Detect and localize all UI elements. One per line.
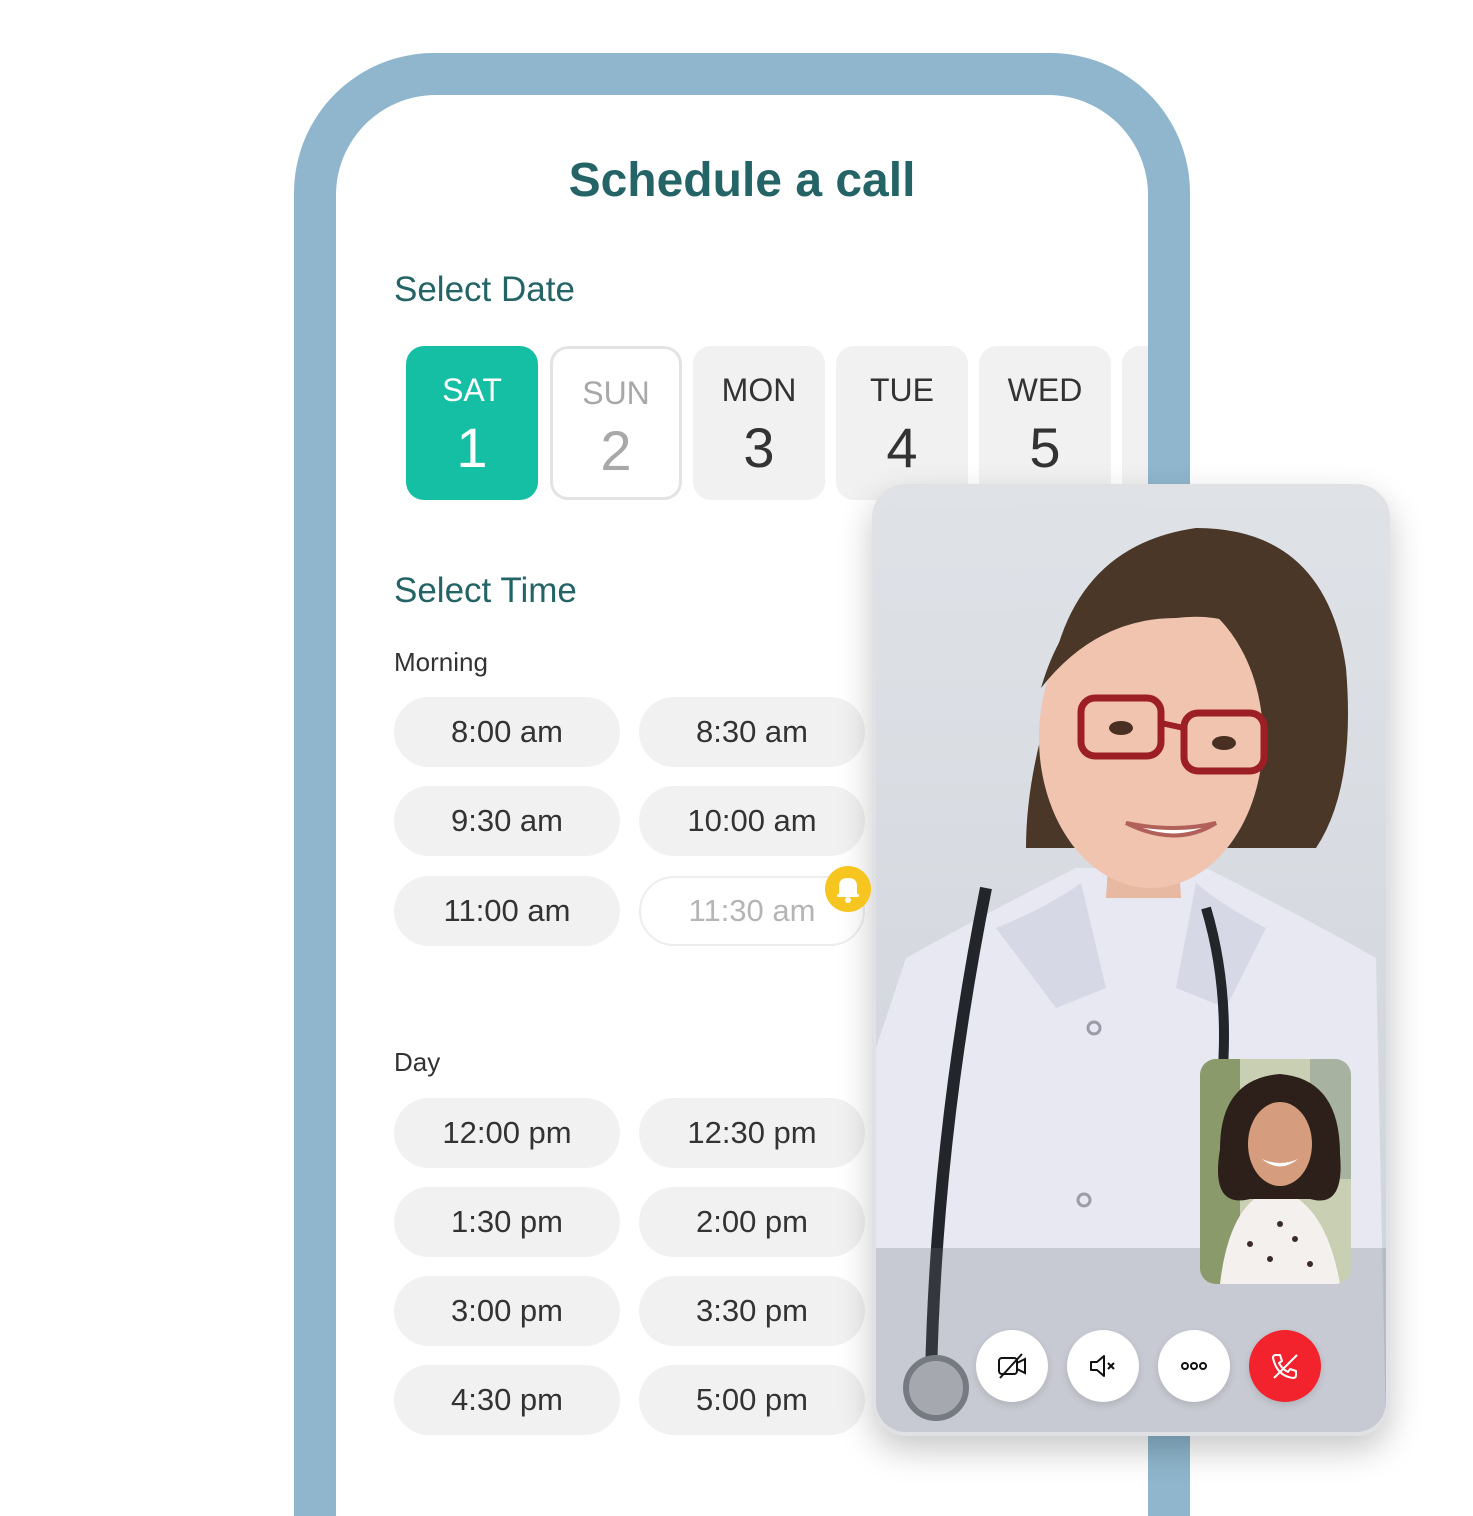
day-label: Day xyxy=(394,1047,441,1077)
date-number: 1 xyxy=(456,416,488,479)
time-slot[interactable]: 11:00 am xyxy=(394,876,620,946)
time-slot[interactable]: 3:30 pm xyxy=(639,1276,865,1346)
time-slot[interactable]: 12:00 pm xyxy=(394,1098,620,1168)
date-day-label: TUE xyxy=(870,372,934,408)
date-card-wed[interactable]: WED 5 xyxy=(979,346,1111,500)
self-video-preview[interactable] xyxy=(1200,1059,1351,1284)
more-icon xyxy=(1181,1362,1207,1370)
time-slot[interactable]: 5:00 pm xyxy=(639,1365,865,1435)
time-slot[interactable]: 10:00 am xyxy=(639,786,865,856)
stage: Schedule a call Select Date SAT 1 SUN 2 … xyxy=(0,0,1473,1516)
date-day-label: MON xyxy=(721,372,797,408)
camera-off-icon xyxy=(998,1353,1026,1379)
time-slot[interactable]: 8:00 am xyxy=(394,697,620,767)
camera-off-button[interactable] xyxy=(976,1330,1048,1402)
more-options-button[interactable] xyxy=(1158,1330,1230,1402)
date-number: 3 xyxy=(743,416,775,479)
date-day-label: WED xyxy=(1007,372,1083,408)
time-slot[interactable]: 4:30 pm xyxy=(394,1365,620,1435)
notification-bell[interactable] xyxy=(825,866,871,912)
bell-icon xyxy=(837,878,859,903)
morning-label: Morning xyxy=(394,647,488,677)
patient-video-feed xyxy=(1200,1059,1351,1284)
time-slot[interactable]: 12:30 pm xyxy=(639,1098,865,1168)
date-card-sun[interactable]: SUN 2 xyxy=(550,346,682,500)
doctor-video-feed xyxy=(876,488,1386,1432)
end-call-button[interactable] xyxy=(1249,1330,1321,1402)
date-number: 4 xyxy=(886,416,918,479)
date-card-next[interactable] xyxy=(1122,346,1148,500)
select-date-heading: Select Date xyxy=(394,270,575,309)
time-slot[interactable]: 8:30 am xyxy=(639,697,865,767)
date-day-label: SAT xyxy=(442,372,502,408)
select-time-heading: Select Time xyxy=(394,571,577,610)
time-slot[interactable]: 3:00 pm xyxy=(394,1276,620,1346)
mute-button[interactable] xyxy=(1067,1330,1139,1402)
date-card-sat[interactable]: SAT 1 xyxy=(406,346,538,500)
date-number: 2 xyxy=(600,419,632,482)
time-slot[interactable]: 1:30 pm xyxy=(394,1187,620,1257)
time-slot[interactable]: 9:30 am xyxy=(394,786,620,856)
date-card-tue[interactable]: TUE 4 xyxy=(836,346,968,500)
video-call-window xyxy=(872,484,1390,1436)
phone-end-icon xyxy=(1272,1354,1298,1379)
speaker-mute-icon xyxy=(1090,1355,1115,1377)
date-day-label: SUN xyxy=(582,375,650,411)
date-number: 5 xyxy=(1029,416,1061,479)
page-title: Schedule a call xyxy=(568,154,916,207)
date-card-mon[interactable]: MON 3 xyxy=(693,346,825,500)
time-slot[interactable]: 2:00 pm xyxy=(639,1187,865,1257)
